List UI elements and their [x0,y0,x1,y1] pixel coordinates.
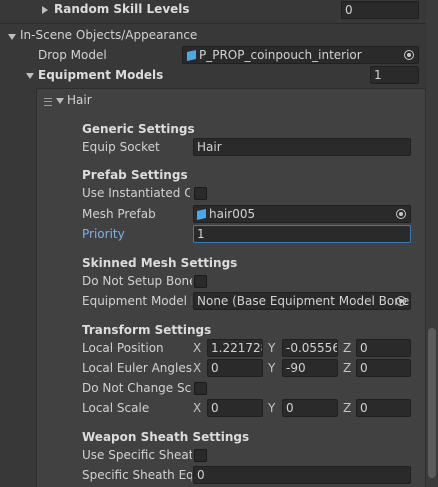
skinned-mesh-settings-heading: Skinned Mesh Settings [82,256,238,270]
equip-socket-label: Equip Socket [82,140,160,154]
hair-foldout-arrow-icon[interactable] [56,98,64,104]
random-skill-levels-label: Random Skill Levels [54,2,190,16]
object-picker-icon[interactable] [404,50,414,60]
generic-settings-heading: Generic Settings [82,122,195,136]
in-scene-section-label: In-Scene Objects/Appearance [20,28,198,42]
drag-handle-icon[interactable] [44,98,52,106]
weapon-sheath-settings-heading: Weapon Sheath Settings [82,430,250,444]
equipment-model-bone-label: Equipment Model Bo [82,294,192,308]
local-euler-y-field[interactable]: -90 [282,359,338,377]
equipment-models-foldout-arrow-icon[interactable] [26,73,34,79]
axis-z-label: Z [343,361,352,375]
random-skill-levels-foldout-arrow-icon[interactable] [42,6,48,14]
priority-field[interactable]: 1 [193,225,411,243]
specific-sheath-equip-field[interactable]: 0 [193,466,411,484]
drop-model-field[interactable]: P_PROP_coinpouch_interior [182,46,419,64]
use-instantiated-checkbox[interactable] [194,187,207,200]
axis-y-label: Y [268,401,276,415]
axis-y-label: Y [268,361,276,375]
equipment-model-bone-value: None (Base Equipment Model Bone [197,294,410,308]
local-scale-z-field[interactable]: 0 [356,399,411,417]
random-skill-levels-field[interactable]: 0 [341,1,419,19]
axis-z-label: Z [343,341,352,355]
priority-label: Priority [82,227,125,241]
do-not-setup-bones-label: Do Not Setup Bones [82,274,192,288]
mesh-prefab-value: hair005 [209,207,256,221]
axis-x-label: X [193,341,202,355]
specific-sheath-equip-label: Specific Sheath Equ [82,468,192,482]
do-not-setup-bones-checkbox[interactable] [194,275,207,288]
transform-settings-heading: Transform Settings [82,323,212,337]
mesh-prefab-field[interactable]: hair005 [193,205,411,223]
local-scale-y-field[interactable]: 0 [282,399,338,417]
equip-socket-field[interactable]: Hair [193,138,411,156]
local-scale-x-field[interactable]: 0 [207,399,263,417]
prefab-settings-heading: Prefab Settings [82,168,188,182]
hair-element-label: Hair [67,93,92,107]
mesh-prefab-label: Mesh Prefab [82,207,156,221]
local-euler-z-field[interactable]: 0 [356,359,411,377]
separator-line [0,23,430,24]
axis-y-label: Y [268,341,276,355]
drop-model-value: P_PROP_coinpouch_interior [199,48,362,62]
equipment-models-count-field[interactable]: 1 [370,66,419,84]
prefab-cube-icon [187,50,196,61]
prefab-cube-icon [197,209,206,220]
local-position-z-field[interactable]: 0 [356,339,411,357]
local-position-y-field[interactable]: -0.05556 [282,339,338,357]
axis-x-label: X [193,401,202,415]
local-euler-x-field[interactable]: 0 [207,359,263,377]
object-picker-icon[interactable] [396,209,406,219]
scrollbar-thumb[interactable] [428,328,436,478]
local-position-x-field[interactable]: 1.221728 [207,339,263,357]
local-scale-label: Local Scale [82,401,150,415]
axis-x-label: X [193,361,202,375]
drop-model-label: Drop Model [38,48,107,62]
use-specific-sheath-label: Use Specific Sheatl [82,448,192,462]
local-position-label: Local Position [82,341,164,355]
use-specific-sheath-checkbox[interactable] [194,449,207,462]
use-instantiated-label: Use Instantiated Ob [82,186,190,200]
in-scene-foldout-arrow-icon[interactable] [8,34,16,40]
equipment-model-bone-field[interactable]: None (Base Equipment Model Bone [193,292,411,310]
object-picker-icon[interactable] [396,296,406,306]
axis-z-label: Z [343,401,352,415]
equipment-models-label: Equipment Models [38,68,164,82]
do-not-change-scale-checkbox[interactable] [194,382,207,395]
do-not-change-scale-label: Do Not Change Sca [82,381,192,395]
drag-handle-mid-line [44,101,52,102]
local-euler-angles-label: Local Euler Angles [82,361,192,375]
